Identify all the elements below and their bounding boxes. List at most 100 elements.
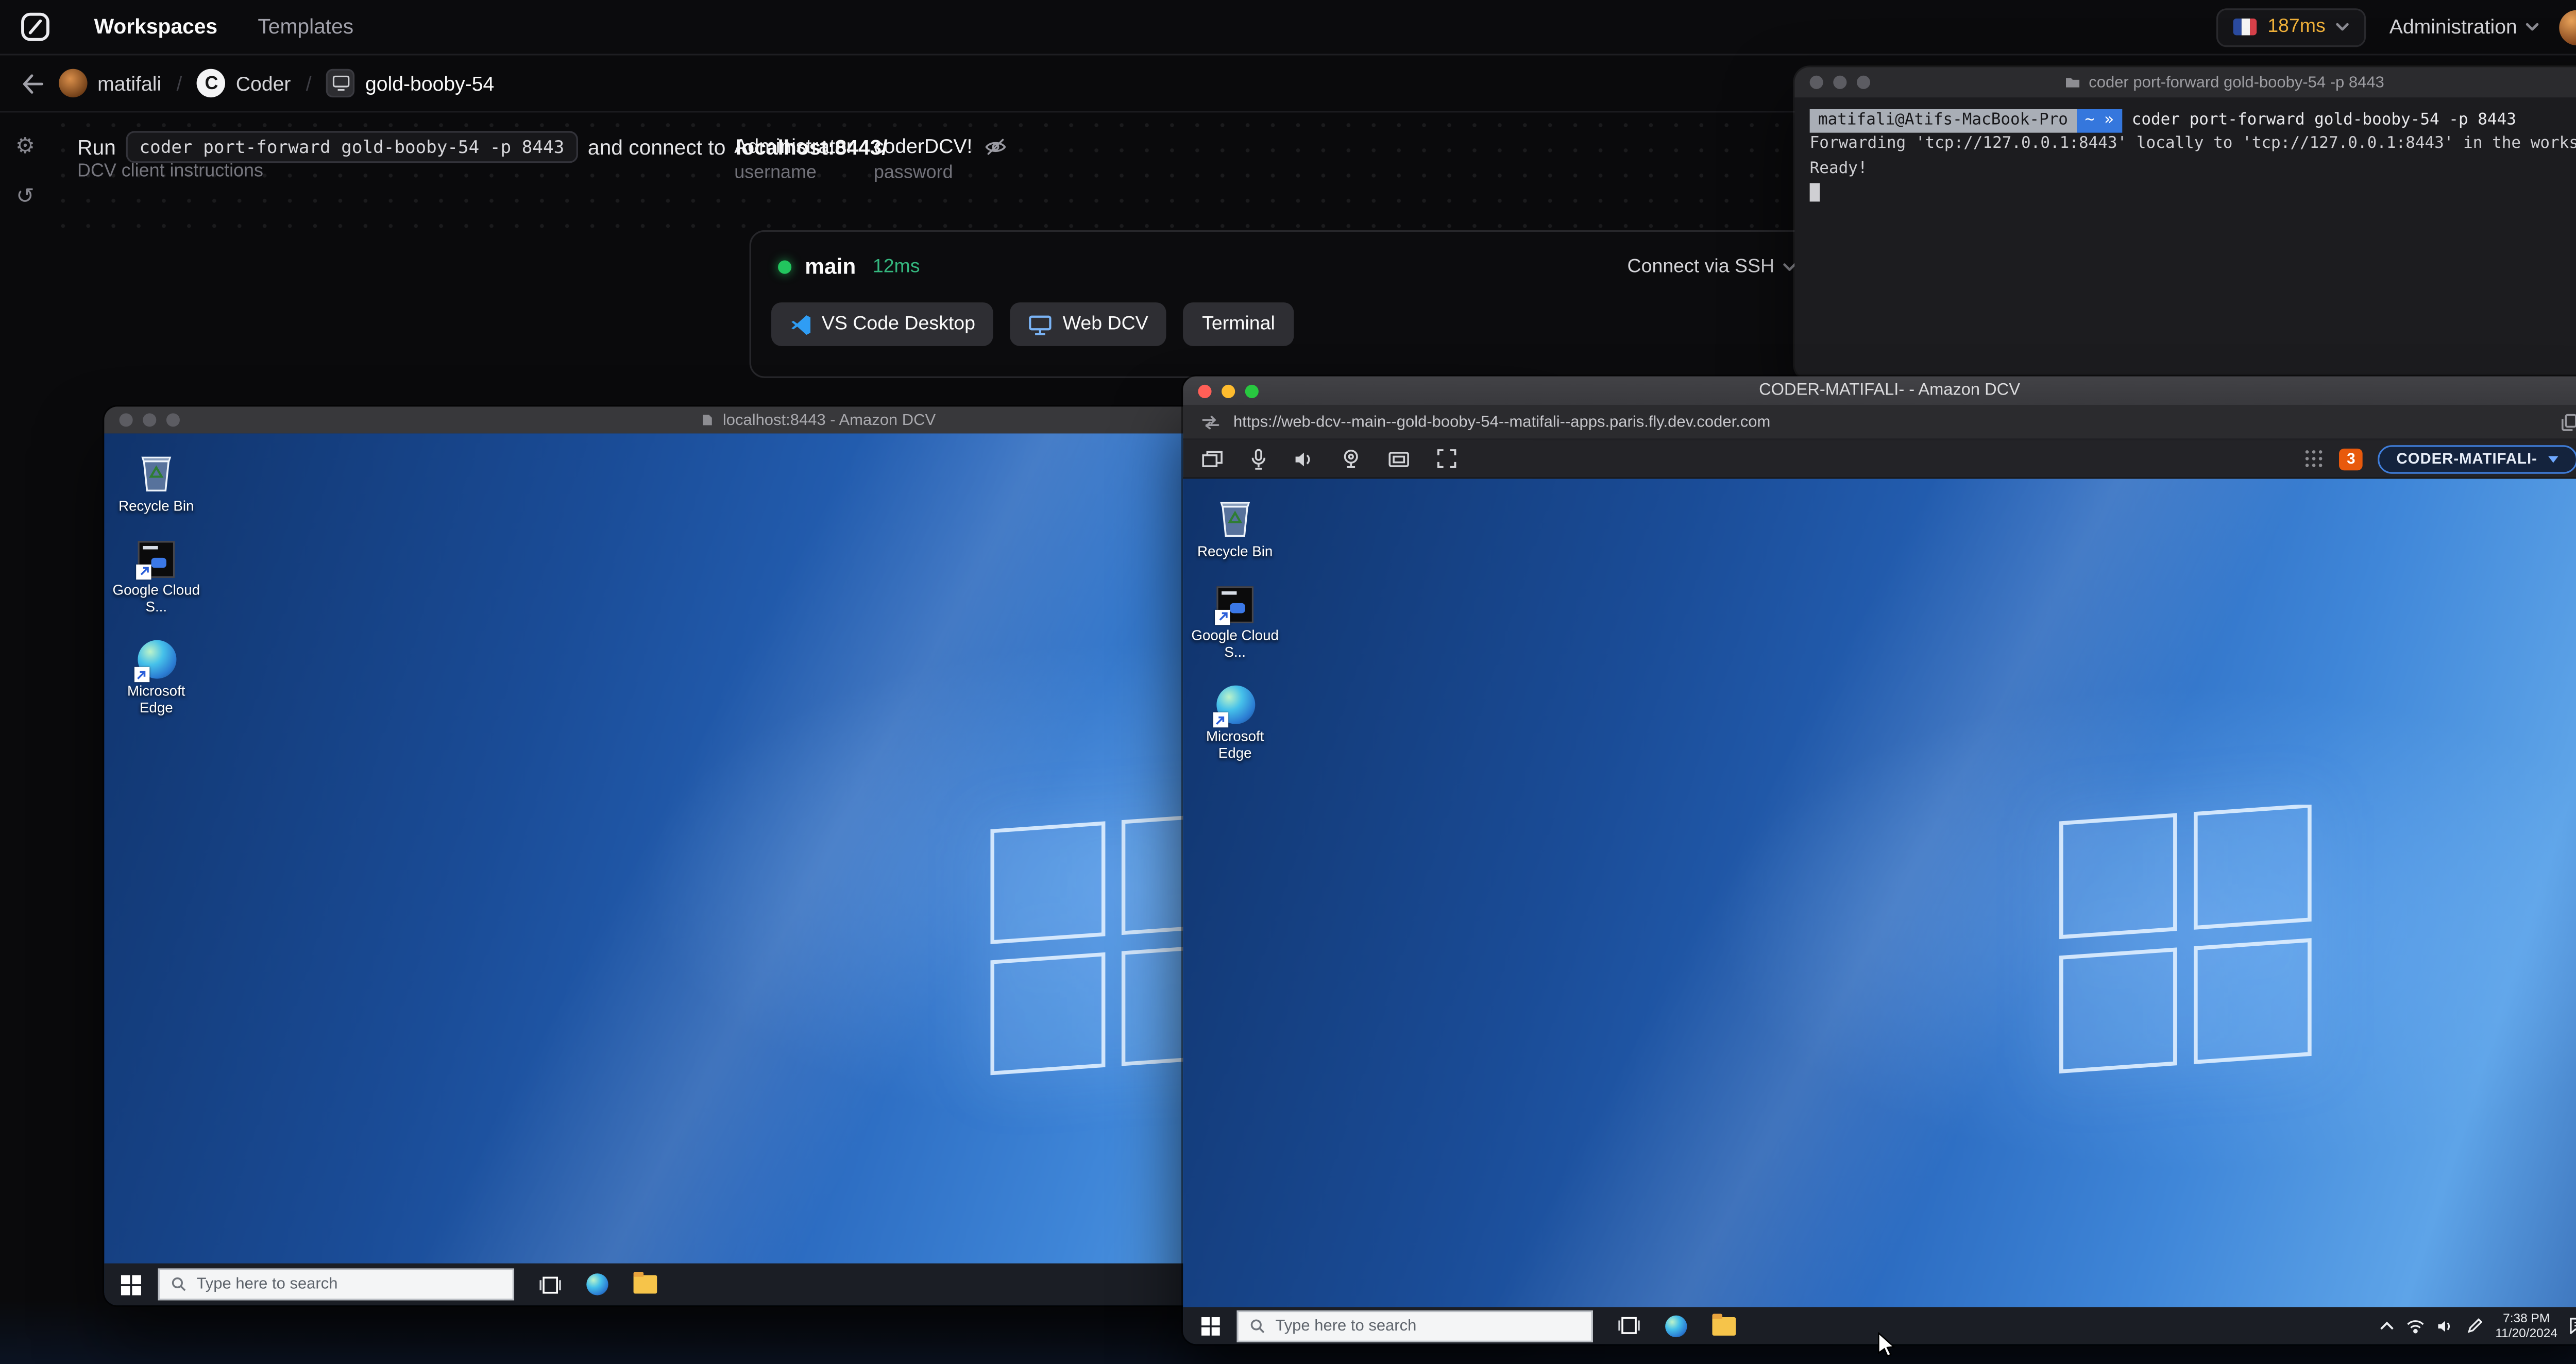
terminal-cursor <box>1809 182 1820 201</box>
web-dcv-button[interactable]: Web DCV <box>1010 302 1167 346</box>
system-tray: 7:38 PM 11/20/2024 <box>2379 1310 2576 1341</box>
breadcrumb-template[interactable]: C Coder <box>197 69 291 98</box>
desktop-icon-recycle-bin[interactable]: Recycle Bin <box>109 450 204 515</box>
tray-chevron-up-icon[interactable] <box>2379 1321 2394 1331</box>
breadcrumb-user[interactable]: matifali <box>59 69 162 98</box>
pen-icon[interactable] <box>2467 1317 2484 1334</box>
settings-gear-icon[interactable]: ⚙ <box>15 134 35 156</box>
triangle-down-icon <box>2548 455 2558 462</box>
web-dcv-button-label: Web DCV <box>1062 314 1148 335</box>
topbar: Workspaces Templates 187ms Administratio… <box>0 0 2576 56</box>
eye-off-icon[interactable] <box>984 137 1006 156</box>
desktop-icon-label: Microsoft Edge <box>127 683 185 716</box>
desktop-icon-google-cloud[interactable]: Google Cloud S... <box>1188 586 1282 660</box>
coder-logo[interactable] <box>20 12 50 42</box>
keyboard-grid-icon[interactable] <box>2304 449 2324 469</box>
search-icon <box>172 1277 186 1291</box>
terminal-window[interactable]: coder port-forward gold-booby-54 -p 8443… <box>1794 67 2576 380</box>
copy-page-icon[interactable] <box>2561 413 2576 431</box>
breadcrumb-user-label: matifali <box>97 71 162 95</box>
edge-icon <box>1212 686 1255 728</box>
notification-badge[interactable]: 3 <box>2339 448 2363 470</box>
zoom-button[interactable] <box>1856 75 1871 89</box>
breadcrumb-separator: / <box>176 71 182 95</box>
start-button[interactable] <box>1183 1316 1236 1335</box>
clock[interactable]: 7:38 PM 11/20/2024 <box>2495 1310 2557 1341</box>
connect-via-ssh-dropdown[interactable]: Connect via SSH <box>1628 256 1797 277</box>
close-button[interactable] <box>1809 75 1823 89</box>
taskbar-search-input[interactable]: Type here to search <box>158 1268 515 1301</box>
file-explorer-icon[interactable] <box>1712 1312 1736 1335</box>
back-button[interactable] <box>22 73 43 93</box>
google-cloud-sdk-icon <box>136 540 175 579</box>
webcam-icon[interactable] <box>1341 449 1361 469</box>
history-icon[interactable]: ↺ <box>16 185 35 207</box>
screen-capture-icon[interactable] <box>1388 449 1410 468</box>
prompt-path: ~ » <box>2076 109 2123 133</box>
shortcut-arrow-icon <box>1215 609 1230 625</box>
task-view-icon[interactable] <box>539 1274 561 1294</box>
browser-url-bar[interactable]: https://web-dcv--main--gold-booby-54--ma… <box>1183 405 2576 440</box>
volume-icon[interactable] <box>2436 1318 2455 1333</box>
run-prefix: Run <box>77 135 116 159</box>
fullscreen-icon[interactable] <box>1437 449 1457 469</box>
recycle-bin-icon <box>1220 502 1250 537</box>
url-text[interactable]: https://web-dcv--main--gold-booby-54--ma… <box>1233 413 2547 431</box>
edge-taskbar-icon[interactable] <box>1665 1315 1687 1337</box>
vscode-desktop-button[interactable]: VS Code Desktop <box>771 302 994 346</box>
microphone-icon[interactable] <box>1250 448 1267 469</box>
terminal-button-label: Terminal <box>1202 314 1275 335</box>
desktop-icon-edge[interactable]: Microsoft Edge <box>1188 686 1282 763</box>
document-icon <box>703 415 713 425</box>
agent-card: main 12ms Connect via SSH VS Code Deskto… <box>749 230 1825 378</box>
terminal-titlebar[interactable]: coder port-forward gold-booby-54 -p 8443 <box>1794 67 2576 98</box>
agent-latency: 12ms <box>872 256 920 277</box>
nav-workspaces[interactable]: Workspaces <box>94 15 217 39</box>
zoom-button[interactable] <box>1245 384 1259 398</box>
monitor-icon <box>1029 315 1052 334</box>
agent-status-dot <box>778 259 792 273</box>
dcv-client-instructions-link[interactable]: DCV client instructions <box>77 161 263 181</box>
file-explorer-icon[interactable] <box>633 1271 657 1294</box>
tray-time: 7:38 PM <box>2503 1309 2550 1325</box>
action-center-icon[interactable] <box>2569 1317 2576 1334</box>
desktop-icon-label: Recycle Bin <box>118 497 194 515</box>
terminal-content[interactable]: matifali@Atifs-MacBook-Pro ~ » coder port… <box>1794 97 2576 217</box>
dcv-window-coder-matifali[interactable]: CODER-MATIFALI- - Amazon DCV https://web… <box>1183 376 2576 1344</box>
session-dropdown[interactable]: CODER-MATIFALI- <box>2378 444 2576 473</box>
terminal-button[interactable]: Terminal <box>1183 302 1294 346</box>
network-icon[interactable] <box>2406 1318 2425 1333</box>
search-placeholder: Type here to search <box>1275 1316 1417 1335</box>
breadcrumb-workspace[interactable]: gold-booby-54 <box>327 69 494 98</box>
chevron-down-icon <box>2336 23 2349 31</box>
close-button[interactable] <box>119 413 133 427</box>
speaker-icon[interactable] <box>1294 449 1314 468</box>
minimize-button[interactable] <box>1222 384 1235 398</box>
desktop-icon-edge[interactable]: Microsoft Edge <box>109 640 204 718</box>
credential-username: Administrator username <box>734 134 853 183</box>
terminal-output-line: Ready! <box>1809 159 1868 178</box>
administration-menu[interactable]: Administration <box>2389 15 2539 39</box>
zoom-button[interactable] <box>166 413 180 427</box>
taskbar-search-input[interactable]: Type here to search <box>1236 1309 1593 1342</box>
coder-template-avatar: C <box>197 69 226 98</box>
task-view-icon[interactable] <box>1618 1316 1640 1336</box>
desktop-icon-google-cloud[interactable]: Google Cloud S... <box>109 540 204 615</box>
credential-password: coderDCV! password <box>874 134 1006 183</box>
dcv-front-titlebar[interactable]: CODER-MATIFALI- - Amazon DCV <box>1183 376 2576 405</box>
latency-pill[interactable]: 187ms <box>2217 7 2366 46</box>
windows-desktop[interactable]: Recycle Bin Google Cloud S... Microsoft … <box>1183 479 2576 1344</box>
windows-session-icon[interactable] <box>1201 449 1223 468</box>
desktop-icon-recycle-bin[interactable]: Recycle Bin <box>1188 496 1282 560</box>
breadcrumb-template-label: Coder <box>235 71 291 95</box>
minimize-button[interactable] <box>1833 75 1847 89</box>
close-button[interactable] <box>1198 384 1212 398</box>
minimize-button[interactable] <box>143 413 157 427</box>
port-forward-command[interactable]: coder port-forward gold-booby-54 -p 8443 <box>126 131 578 163</box>
nav-templates[interactable]: Templates <box>258 15 353 39</box>
start-button[interactable] <box>104 1274 158 1294</box>
user-avatar[interactable] <box>2559 9 2576 45</box>
edge-taskbar-icon[interactable] <box>586 1273 608 1295</box>
user-avatar <box>59 69 88 98</box>
search-placeholder: Type here to search <box>196 1275 338 1294</box>
